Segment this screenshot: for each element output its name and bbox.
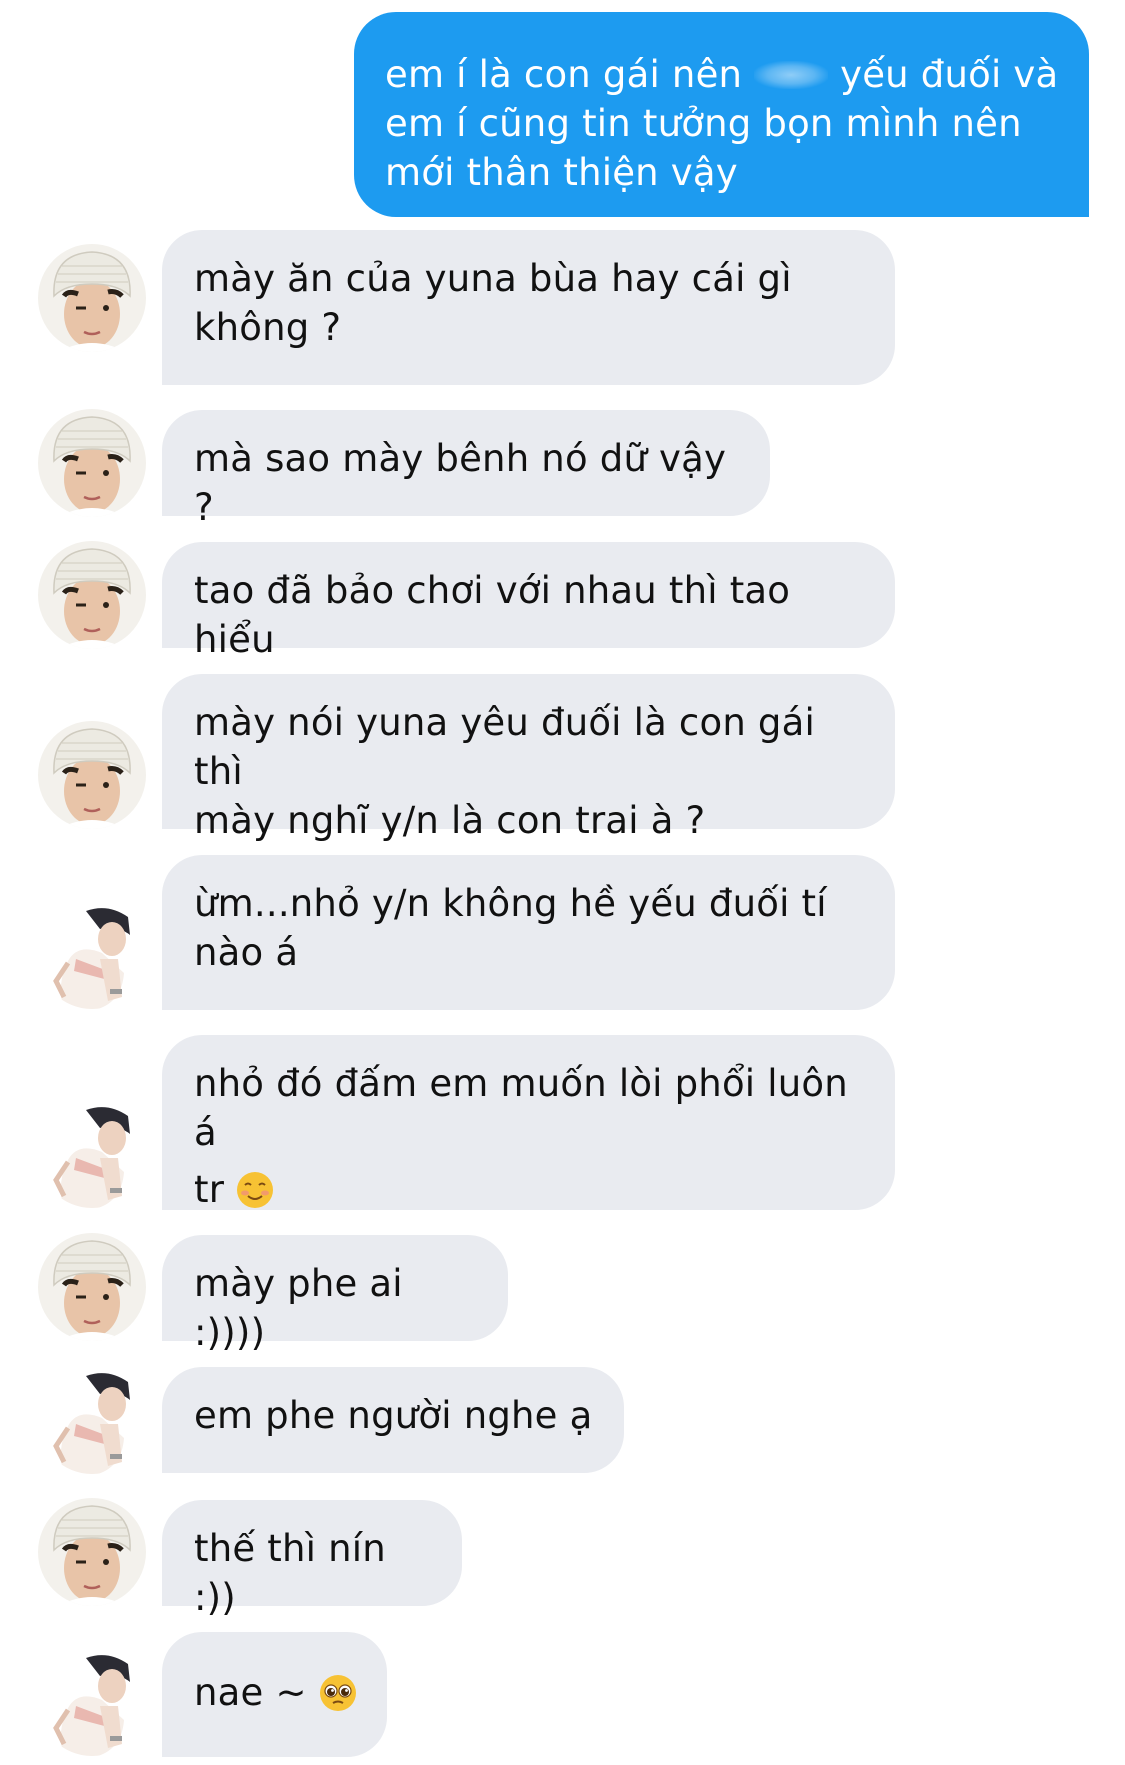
avatar-beanie[interactable]: [38, 1233, 146, 1341]
avatar-posing[interactable]: [38, 1648, 146, 1756]
avatar-beanie[interactable]: [38, 541, 146, 649]
incoming-message-bubble[interactable]: mà sao mày bênh nó dữ vậy ?: [162, 410, 770, 529]
message-line-text: tr: [194, 1168, 225, 1211]
outgoing-message-bubble[interactable]: em í là con gái nên yếu đuối và em í cũn…: [354, 12, 1089, 217]
avatar-beanie[interactable]: [38, 244, 146, 352]
incoming-message-bubble[interactable]: mày phe ai :)))): [162, 1235, 508, 1354]
outgoing-line-1-end: yếu đuối và: [840, 53, 1059, 96]
outgoing-line-1: em í là con gái nên yếu đuối và: [385, 50, 1059, 99]
incoming-message-bubble[interactable]: em phe người nghe ạ: [162, 1367, 624, 1473]
message-line: tao đã bảo chơi với nhau thì tao hiểu: [194, 569, 791, 661]
pleading-face-emoji: [319, 1674, 357, 1712]
message-line: tr: [194, 1165, 865, 1214]
message-line: nae ~: [194, 1668, 357, 1717]
message-line: em phe người nghe ạ: [194, 1394, 593, 1437]
message-line: nhỏ đó đấm em muốn lòi phổi luôn á: [194, 1062, 848, 1154]
message-line: mày nghĩ y/n là con trai à ?: [194, 799, 706, 842]
avatar-posing[interactable]: [38, 1100, 146, 1208]
message-line: mày ăn của yuna bùa hay cái gì: [194, 257, 792, 300]
redacted-name-blur: [754, 61, 829, 89]
incoming-message-bubble[interactable]: nae ~: [162, 1632, 387, 1757]
message-line: thế thì nín :)): [194, 1527, 386, 1619]
message-line: mà sao mày bênh nó dữ vậy ?: [194, 437, 727, 529]
smiling-face-emoji: [236, 1171, 274, 1209]
message-line: mày phe ai :)))): [194, 1262, 403, 1354]
message-line-text: nae ~: [194, 1671, 307, 1714]
avatar-posing[interactable]: [38, 901, 146, 1009]
message-line: nào á: [194, 931, 299, 974]
message-line: ừm...nhỏ y/n không hề yếu đuối tí: [194, 882, 827, 925]
message-line: mày nói yuna yêu đuối là con gái thì: [194, 701, 815, 793]
incoming-message-bubble[interactable]: thế thì nín :)): [162, 1500, 462, 1619]
incoming-message-bubble[interactable]: tao đã bảo chơi với nhau thì tao hiểu: [162, 542, 895, 661]
outgoing-line-3: mới thân thiện vậy: [385, 151, 738, 194]
avatar-posing[interactable]: [38, 1366, 146, 1474]
avatar-beanie[interactable]: [38, 409, 146, 517]
avatar-beanie[interactable]: [38, 1498, 146, 1606]
message-line: không ?: [194, 306, 342, 349]
outgoing-line-1-start: em í là con gái nên: [385, 53, 743, 96]
avatar-beanie[interactable]: [38, 721, 146, 829]
incoming-message-bubble[interactable]: ừm...nhỏ y/n không hề yếu đuối tí nào á: [162, 855, 895, 1010]
incoming-message-bubble[interactable]: mày ăn của yuna bùa hay cái gì không ?: [162, 230, 895, 385]
chat-view: em í là con gái nên yếu đuối và em í cũn…: [0, 0, 1125, 1765]
outgoing-line-2: em í cũng tin tưởng bọn mình nên: [385, 102, 1022, 145]
incoming-message-bubble[interactable]: mày nói yuna yêu đuối là con gái thì mày…: [162, 674, 895, 842]
incoming-message-bubble[interactable]: nhỏ đó đấm em muốn lòi phổi luôn á tr: [162, 1035, 895, 1211]
